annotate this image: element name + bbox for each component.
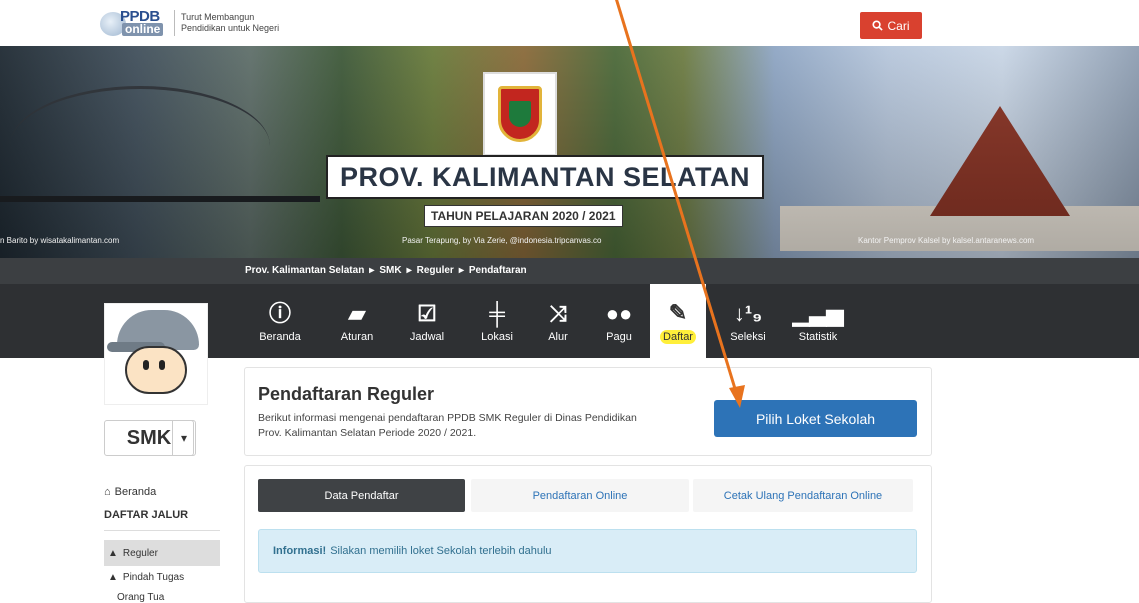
top-header: PPDB online Turut Membangun Pendidikan u… bbox=[0, 0, 1139, 46]
nav-pagu[interactable]: ●● Pagu bbox=[600, 284, 638, 358]
description-line-1: Berikut informasi mengenai pendaftaran P… bbox=[258, 412, 637, 424]
nav-statistik[interactable]: ▁▃▅ Statistik bbox=[792, 284, 844, 358]
breadcrumb-separator-icon: ▸ bbox=[458, 265, 464, 276]
breadcrumb: Prov. Kalimantan Selatan ▸ SMK ▸ Reguler… bbox=[0, 258, 1139, 284]
avatar-face bbox=[125, 346, 187, 394]
nav-label: Daftar bbox=[660, 329, 696, 344]
nav-jadwal[interactable]: ☑ Jadwal bbox=[403, 284, 451, 358]
description-line-2: Prov. Kalimantan Selatan Periode 2020 / … bbox=[258, 427, 477, 439]
sidebar-item-label: Pindah Tugas bbox=[122, 572, 185, 583]
breadcrumb-separator-icon: ▸ bbox=[406, 265, 412, 276]
info-alert-label: Informasi! bbox=[273, 545, 327, 557]
avatar-eye bbox=[143, 360, 149, 370]
book-icon: ▰ bbox=[348, 300, 366, 326]
sidebar-heading: DAFTAR JALUR bbox=[104, 509, 189, 521]
nav-label: Alur bbox=[548, 330, 568, 343]
nav-label: Beranda bbox=[259, 330, 301, 343]
breadcrumb-item-reguler[interactable]: Reguler bbox=[417, 265, 454, 276]
avatar bbox=[104, 303, 208, 405]
signpost-icon: ╪ bbox=[489, 300, 505, 326]
tagline-line-1: Turut Membangun bbox=[181, 12, 255, 22]
nav-daftar[interactable]: ✎ Daftar bbox=[650, 284, 706, 358]
breadcrumb-trail: Prov. Kalimantan Selatan ▸ SMK ▸ Reguler… bbox=[245, 265, 527, 276]
logo-divider bbox=[174, 10, 175, 36]
sidebar-divider bbox=[104, 530, 220, 531]
ppdb-logo[interactable]: PPDB online Turut Membangun Pendidikan u… bbox=[100, 8, 279, 38]
sidebar-beranda-label: Beranda bbox=[114, 486, 157, 498]
tagline-line-2: Pendidikan untuk Negeri bbox=[181, 23, 280, 33]
pencil-icon: ✎ bbox=[668, 299, 688, 325]
info-alert: Informasi! Silakan memilih loket Sekolah… bbox=[258, 529, 917, 573]
search-button[interactable]: Cari bbox=[860, 12, 922, 39]
emblem-inner bbox=[509, 101, 531, 127]
caption-center: Pasar Terapung, by Via Zerie, @indonesia… bbox=[402, 236, 602, 245]
breadcrumb-item-smk[interactable]: SMK bbox=[379, 265, 401, 276]
home-icon: ⌂ bbox=[104, 486, 111, 498]
sidebar-beranda-link[interactable]: ⌂ Beranda bbox=[104, 486, 156, 498]
nav-label: Statistik bbox=[798, 330, 838, 343]
tab-cetak-ulang[interactable]: Cetak Ulang Pendaftaran Online bbox=[693, 479, 913, 512]
logo-online-text: online bbox=[122, 23, 164, 36]
choose-school-counter-button[interactable]: Pilih Loket Sekolah bbox=[714, 400, 917, 437]
road-icon: ▲ bbox=[108, 572, 118, 583]
nav-seleksi[interactable]: ↓¹₉ Seleksi bbox=[726, 284, 770, 358]
logo-mark: PPDB online bbox=[100, 8, 166, 38]
page-title: Pendaftaran Reguler bbox=[258, 384, 435, 404]
nav-beranda[interactable]: ⓘ Beranda bbox=[255, 284, 305, 358]
banner-title: PROV. KALIMANTAN SELATAN bbox=[326, 155, 764, 199]
nav-lokasi[interactable]: ╪ Lokasi bbox=[474, 284, 520, 358]
province-banner: PROV. KALIMANTAN SELATAN TAHUN PELAJARAN… bbox=[0, 46, 1139, 258]
breadcrumb-item-pendaftaran: Pendaftaran bbox=[468, 265, 527, 276]
bar-chart-icon: ▁▃▅ bbox=[792, 300, 844, 326]
page-description: Berikut informasi mengenai pendaftaran P… bbox=[258, 411, 708, 441]
users-icon: ●● bbox=[605, 300, 633, 326]
sidebar-item-reguler[interactable]: ▲ Reguler bbox=[104, 540, 220, 566]
nav-label: Pagu bbox=[606, 330, 632, 343]
breadcrumb-separator-icon: ▸ bbox=[369, 265, 375, 276]
sidebar-item-pindah-tugas[interactable]: ▲ Pindah Tugas bbox=[104, 572, 220, 583]
caption-left: n Barito by wisatakalimantan.com bbox=[0, 236, 120, 245]
nav-label: Lokasi bbox=[481, 330, 513, 343]
tab-data-pendaftar[interactable]: Data Pendaftar bbox=[258, 479, 465, 512]
tab-pendaftaran-online[interactable]: Pendaftaran Online bbox=[471, 479, 689, 512]
logo-tagline: Turut Membangun Pendidikan untuk Negeri bbox=[181, 12, 279, 34]
info-alert-text: Silakan memilih loket Sekolah terlebih d… bbox=[330, 545, 552, 557]
province-emblem bbox=[483, 72, 557, 156]
nav-alur[interactable]: ⤨ Alur bbox=[540, 284, 576, 358]
sidebar-item-sublabel: Orang Tua bbox=[117, 592, 165, 603]
shuffle-icon: ⤨ bbox=[549, 300, 567, 326]
search-button-label: Cari bbox=[887, 18, 910, 33]
sort-numeric-icon: ↓¹₉ bbox=[733, 300, 763, 326]
nav-label: Seleksi bbox=[730, 330, 766, 343]
info-icon: ⓘ bbox=[268, 300, 291, 326]
level-select-toggle[interactable]: ▾ bbox=[172, 420, 196, 456]
caption-right: Kantor Pemprov Kalsel by kalsel.antarane… bbox=[858, 236, 1035, 245]
search-icon bbox=[872, 20, 884, 31]
avatar-eye bbox=[159, 360, 165, 370]
breadcrumb-item-province[interactable]: Prov. Kalimantan Selatan bbox=[245, 265, 364, 276]
road-icon: ▲ bbox=[108, 547, 118, 559]
banner-year: TAHUN PELAJARAN 2020 / 2021 bbox=[424, 205, 623, 227]
caret-down-icon: ▾ bbox=[180, 431, 188, 445]
nav-label: Aturan bbox=[340, 330, 374, 343]
nav-label: Jadwal bbox=[409, 330, 445, 343]
sidebar-item-label: Reguler bbox=[122, 547, 158, 559]
calendar-check-icon: ☑ bbox=[417, 300, 437, 326]
emblem-shield-icon bbox=[498, 86, 542, 142]
nav-aturan[interactable]: ▰ Aturan bbox=[334, 284, 380, 358]
